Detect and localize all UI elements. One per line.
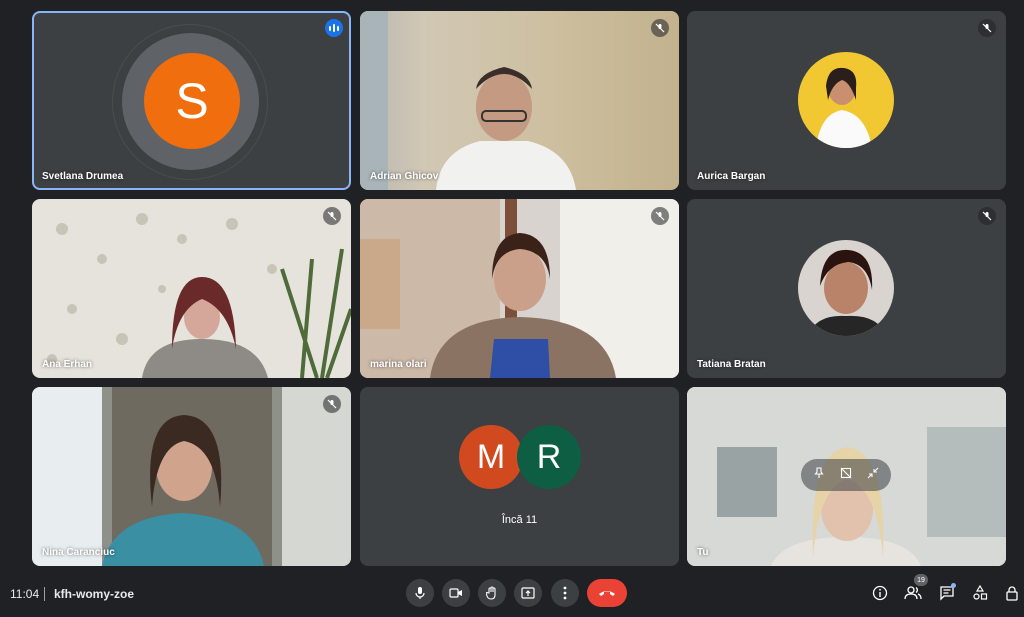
self-view-controls [801, 459, 891, 491]
people-icon [904, 586, 922, 600]
meeting-code: kfh-womy-zoe [54, 587, 135, 601]
participant-name: Svetlana Drumea [42, 171, 124, 182]
participant-name: marina olari [370, 359, 427, 370]
participant-tile[interactable]: Ana Erhan [32, 199, 351, 378]
participant-grid: S Svetlana Drumea Adrian Ghicov Aurica B… [0, 0, 1024, 575]
end-call-icon [599, 591, 615, 596]
camera-button[interactable] [442, 579, 470, 607]
avatar [798, 240, 894, 336]
pin-icon[interactable] [813, 466, 825, 484]
avatar: R [517, 425, 581, 489]
camera-icon [449, 588, 462, 598]
muted-mic-icon [651, 207, 669, 225]
raise-hand-button[interactable] [478, 579, 506, 607]
participant-name: Nina Caranciuc [42, 547, 115, 558]
participant-name: Tatiana Bratan [697, 359, 766, 370]
muted-mic-icon [323, 395, 341, 413]
raise-hand-icon [486, 586, 496, 600]
video-feed [360, 11, 576, 190]
mic-icon [415, 587, 425, 599]
muted-mic-icon [978, 19, 996, 37]
participant-tile[interactable]: Aurica Bargan [687, 11, 1006, 190]
people-count-badge: 19 [914, 574, 928, 586]
bottom-toolbar: 11:04 kfh-womy-zoe 19 [0, 574, 1024, 617]
clock: 11:04 [10, 587, 40, 601]
participant-name: Adrian Ghicov [370, 171, 439, 182]
avatar [798, 52, 894, 148]
participant-tile[interactable]: marina olari [360, 199, 679, 378]
more-participants-tile[interactable]: M R Încă 11 [360, 387, 679, 566]
avatar: S [144, 53, 240, 149]
muted-mic-icon [651, 19, 669, 37]
muted-mic-icon [323, 207, 341, 225]
self-view-tile[interactable]: Tu [687, 387, 1006, 566]
participant-name: Aurica Bargan [697, 171, 766, 182]
end-call-button[interactable] [587, 579, 627, 607]
more-options-button[interactable] [551, 579, 579, 607]
participant-tile[interactable]: Adrian Ghicov [360, 11, 679, 190]
participant-tile[interactable]: S Svetlana Drumea [32, 11, 351, 190]
host-controls-button[interactable] [1002, 583, 1022, 603]
participant-tile[interactable]: Tatiana Bratan [687, 199, 1006, 378]
participant-tile[interactable]: Nina Caranciuc [32, 387, 351, 566]
host-controls-icon [1006, 586, 1018, 601]
minimize-icon[interactable] [867, 466, 879, 484]
divider [44, 587, 45, 601]
more-options-icon [563, 586, 567, 600]
activities-icon [973, 585, 988, 600]
more-participants-label: Încă 11 [501, 514, 538, 526]
chat-notification-dot [951, 583, 956, 588]
muted-mic-icon [978, 207, 996, 225]
present-button[interactable] [514, 579, 542, 607]
video-feed [360, 199, 679, 378]
activities-button[interactable] [970, 583, 990, 603]
info-icon [872, 585, 888, 601]
frame-off-icon[interactable] [840, 466, 852, 484]
speaking-indicator-icon [325, 19, 343, 37]
people-button[interactable] [903, 583, 923, 603]
present-icon [521, 587, 535, 599]
info-button[interactable] [870, 583, 890, 603]
participant-name: Ana Erhan [42, 359, 93, 370]
participant-name: Tu [697, 547, 709, 558]
avatar: M [459, 425, 523, 489]
video-feed [47, 213, 351, 378]
video-feed [32, 387, 351, 566]
mic-button[interactable] [406, 579, 434, 607]
